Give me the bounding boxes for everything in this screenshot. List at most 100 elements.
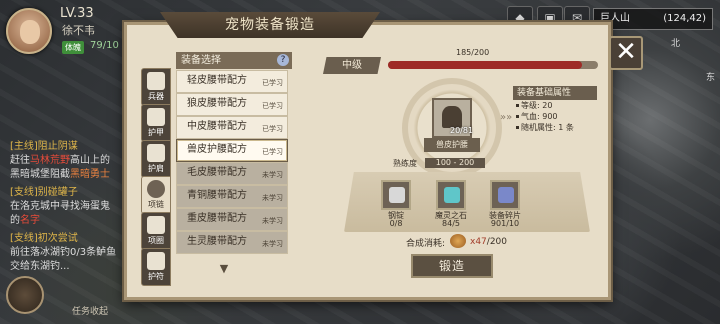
quest-text: 的 — [10, 215, 20, 226]
pet-avatar[interactable] — [6, 276, 44, 314]
recipe-name: 青铜腰带配方 — [187, 190, 247, 201]
hp-value: 79/10 — [90, 40, 119, 51]
tab-necklace[interactable]: 项链 — [141, 176, 171, 214]
help-icon[interactable]: ? — [277, 54, 289, 66]
crystal-icon — [444, 187, 460, 203]
cost-amount: x47 — [470, 237, 487, 247]
cost-total: /200 — [486, 237, 507, 247]
tab-charm[interactable]: 护符 — [141, 248, 171, 286]
quest-text: 赶往 — [10, 155, 30, 166]
recipe-item[interactable]: 中皮腰带配方 已学习 — [176, 116, 288, 139]
material-slot[interactable] — [490, 180, 520, 210]
ingot-icon — [389, 187, 405, 203]
hp-tag: 体魄 — [62, 41, 84, 54]
recipe-item[interactable]: 毛皮腰带配方 未学习 — [176, 162, 288, 185]
tab-label: 兵器 — [148, 92, 164, 101]
proficiency-label: 熟练度 — [393, 159, 417, 168]
attribute-box: 装备基础属性 等级: 20 气血: 900 随机属性: 1 条 — [513, 86, 597, 138]
player-avatar[interactable] — [6, 8, 52, 54]
recipe-item-selected[interactable]: 兽皮护腰配方 已学习 — [176, 139, 288, 162]
recipe-status: 未学习 — [262, 171, 283, 179]
recipe-status: 已学习 — [262, 79, 283, 87]
material-slot[interactable] — [381, 180, 411, 210]
recipe-status: 已学习 — [262, 148, 283, 156]
belt-icon — [442, 106, 462, 128]
recipe-item[interactable]: 轻皮腰带配方 已学习 — [176, 70, 288, 93]
tab-label: 护甲 — [148, 128, 164, 137]
recipe-status: 已学习 — [262, 125, 283, 133]
material-slot[interactable] — [436, 180, 466, 210]
quest-desc: 黑暗城堡阻截黑暗勇士 — [10, 168, 130, 182]
quest-target[interactable]: 黑暗勇士 — [70, 169, 110, 180]
proficiency-range: 100 - 200 — [425, 158, 485, 168]
quest-desc: 在洛克城中寻找海蛋鬼 — [10, 201, 110, 212]
minimap-location[interactable]: 巨人山 (124,42) — [593, 8, 713, 30]
recipe-status: 未学习 — [262, 240, 283, 248]
attribute-row: 等级: 20 — [513, 100, 597, 111]
product-name: 兽皮护腰 — [424, 138, 480, 152]
recipe-item[interactable]: 生灵腰带配方 未学习 — [176, 231, 288, 254]
tab-armor[interactable]: 护甲 — [141, 104, 171, 142]
attribute-row: 气血: 900 — [513, 111, 597, 122]
grade-label: 中级 — [323, 57, 381, 74]
material-count: 901/10 — [490, 219, 520, 228]
arrow-right-icon: »» — [500, 112, 513, 123]
attribute-header: 装备基础属性 — [513, 86, 597, 100]
recipe-item[interactable]: 狼皮腰带配方 已学习 — [176, 93, 288, 116]
tab-weapon[interactable]: 兵器 — [141, 68, 171, 106]
collar-icon — [147, 216, 165, 234]
forge-button[interactable]: 锻造 — [411, 254, 493, 278]
tab-label: 护肩 — [148, 164, 164, 173]
quest-desc: 交给东湖钓... — [10, 261, 70, 272]
recipe-list-title: 装备选择 — [181, 55, 221, 66]
avatar-face — [20, 20, 40, 44]
recipe-status: 已学习 — [262, 102, 283, 110]
player-name: 徐不韦 — [62, 24, 95, 37]
material-count: 84/5 — [442, 219, 460, 228]
player-level: LV.33 — [60, 6, 94, 21]
recipe-status: 未学习 — [262, 217, 283, 225]
shard-icon — [498, 187, 514, 203]
material-count: 0/8 — [389, 219, 403, 228]
tab-label: 项圈 — [148, 236, 164, 245]
quest-title[interactable]: [支线]别碰罐子 — [10, 186, 130, 200]
task-fold-button[interactable]: 任务收起 — [72, 304, 108, 317]
quest-title[interactable]: [支线]初次尝试 — [10, 232, 130, 246]
quest-text: 高山上的 — [70, 155, 110, 166]
armor-icon — [147, 108, 165, 126]
recipe-item[interactable]: 青铜腰带配方 未学习 — [176, 185, 288, 208]
sword-icon — [147, 72, 165, 90]
compass-north: 北 — [671, 39, 681, 49]
quest-place[interactable]: 马林荒野 — [30, 155, 70, 166]
recipe-status: 未学习 — [262, 194, 283, 202]
tab-shoulder[interactable]: 护肩 — [141, 140, 171, 178]
coin-icon — [450, 234, 466, 248]
quest-title[interactable]: [主线]阻止阴谋 — [10, 140, 130, 154]
recipe-item[interactable]: 重皮腰带配方 未学习 — [176, 208, 288, 231]
recipe-name: 兽皮护腰配方 — [187, 144, 247, 155]
recipe-name: 生灵腰带配方 — [187, 236, 247, 247]
cost-label: 合成消耗: — [406, 239, 446, 249]
tab-collar[interactable]: 项圈 — [141, 212, 171, 250]
recipe-name: 重皮腰带配方 — [187, 213, 247, 224]
quest-tracker[interactable]: [主线]阻止阴谋 赶往马林荒野高山上的 黑暗城堡阻截黑暗勇士 [支线]别碰罐子 … — [10, 140, 130, 274]
grade-progress-text: 185/200 — [456, 48, 490, 57]
panel-title: 宠物装备锻造 — [160, 12, 380, 38]
chevron-down-icon[interactable]: ▼ — [218, 262, 230, 275]
recipe-list[interactable]: 轻皮腰带配方 已学习 狼皮腰带配方 已学习 中皮腰带配方 已学习 兽皮护腰配方 已学习 … — [176, 70, 288, 272]
charm-icon — [147, 252, 165, 270]
shoulder-icon — [147, 144, 165, 162]
cost-value: x47/200 — [470, 237, 507, 247]
tab-label: 护符 — [148, 272, 164, 281]
quest-target[interactable]: 名字 — [20, 215, 40, 226]
quest-text: 黑暗城堡阻截 — [10, 169, 70, 180]
attribute-row: 随机属性: 1 条 — [513, 122, 597, 133]
recipe-name: 毛皮腰带配方 — [187, 167, 247, 178]
tab-label: 项链 — [148, 200, 164, 209]
necklace-icon — [147, 180, 165, 198]
compass-east: 东 — [706, 73, 716, 83]
recipe-list-header: 装备选择 ? — [176, 52, 292, 69]
close-button[interactable]: ✕ — [609, 36, 643, 70]
quest-desc: 赶往马林荒野高山上的 — [10, 154, 130, 168]
recipe-name: 狼皮腰带配方 — [187, 98, 247, 109]
